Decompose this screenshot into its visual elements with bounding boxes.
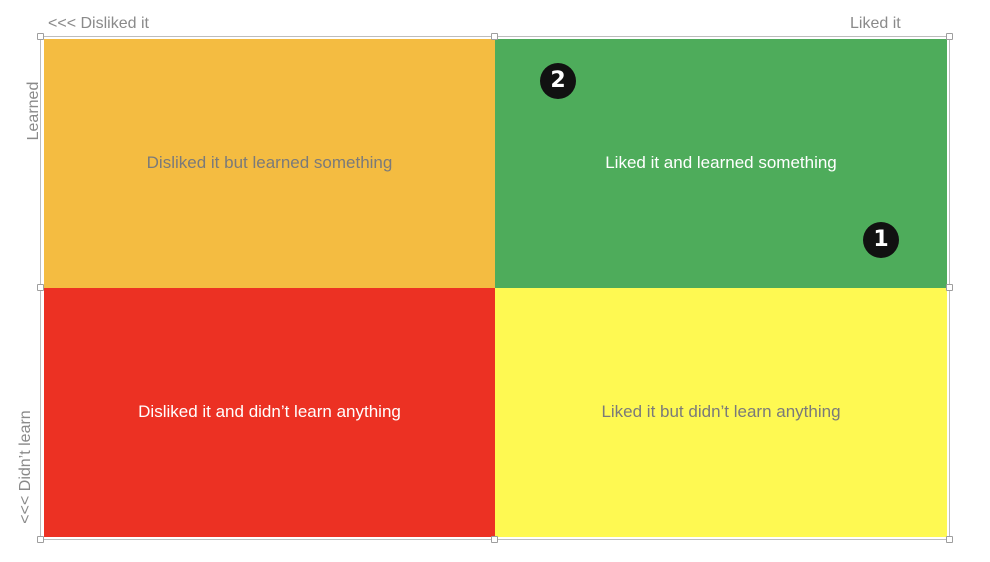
- y-axis-label-bottom: <<< Didn’t learn: [17, 410, 34, 524]
- resize-handle-middle-right[interactable]: [946, 284, 953, 291]
- marker-2: 2: [540, 63, 576, 99]
- x-axis-label-right: Liked it: [850, 15, 901, 32]
- resize-handle-top-right[interactable]: [946, 33, 953, 40]
- resize-handle-top-center[interactable]: [491, 33, 498, 40]
- marker-2-number: 2: [550, 68, 566, 93]
- resize-handle-middle-left[interactable]: [37, 284, 44, 291]
- resize-handle-bottom-right[interactable]: [946, 536, 953, 543]
- selection-frame[interactable]: [40, 36, 950, 540]
- resize-handle-bottom-center[interactable]: [491, 536, 498, 543]
- resize-handle-bottom-left[interactable]: [37, 536, 44, 543]
- resize-handle-top-left[interactable]: [37, 33, 44, 40]
- x-axis-label-left: <<< Disliked it: [48, 15, 149, 32]
- marker-1: 1: [863, 222, 899, 258]
- marker-1-number: 1: [873, 227, 889, 252]
